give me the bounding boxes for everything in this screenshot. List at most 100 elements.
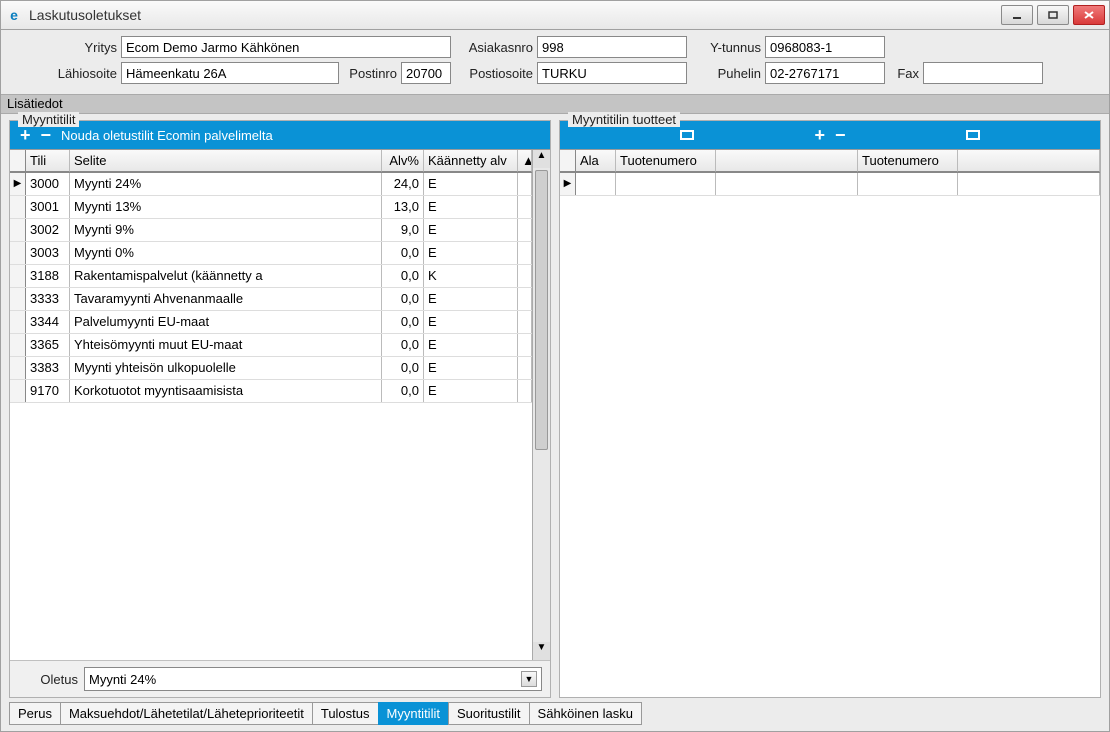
col-blank-2[interactable] <box>958 150 1100 172</box>
cell-kaannetty[interactable]: E <box>424 196 518 218</box>
tab-myyntitilit[interactable]: Myyntitilit <box>378 702 449 725</box>
input-postinro[interactable] <box>401 62 451 84</box>
cell-alv[interactable]: 0,0 <box>382 265 424 287</box>
table-row[interactable]: 3333Tavaramyynti Ahvenanmaalle0,0E <box>10 288 532 311</box>
cell-selite[interactable]: Palvelumyynti EU-maat <box>70 311 382 333</box>
table-row[interactable]: 3365Yhteisömyynti muut EU-maat0,0E <box>10 334 532 357</box>
input-yritys[interactable] <box>121 36 451 58</box>
minimize-button[interactable] <box>1001 5 1033 25</box>
products-table[interactable]: Ala Tuotenumero Tuotenumero ▶ <box>560 150 1100 697</box>
col-tuotenumero-1[interactable]: Tuotenumero <box>616 150 716 172</box>
cell-alv[interactable]: 9,0 <box>382 219 424 241</box>
fetch-defaults-button[interactable]: Nouda oletustilit Ecomin palvelimelta <box>61 128 273 143</box>
tab-s-hk-inen-lasku[interactable]: Sähköinen lasku <box>529 702 642 725</box>
cell-tili[interactable]: 3188 <box>26 265 70 287</box>
maximize-button[interactable] <box>1037 5 1069 25</box>
col-alv[interactable]: Alv% <box>382 150 424 172</box>
header-form: Yritys Asiakasnro Y-tunnus Lähiosoite Po… <box>1 30 1109 94</box>
input-postiosoite[interactable] <box>537 62 687 84</box>
accounts-table[interactable]: Tili Selite Alv% Käännetty alv ▲ ▶3000My… <box>10 150 532 660</box>
app-icon: e <box>5 6 23 24</box>
table-row[interactable]: ▶ <box>560 173 1100 196</box>
cell-kaannetty[interactable]: E <box>424 288 518 310</box>
cell-kaannetty[interactable]: E <box>424 334 518 356</box>
tab-tulostus[interactable]: Tulostus <box>312 702 379 725</box>
window-icon[interactable] <box>680 130 694 140</box>
input-fax[interactable] <box>923 62 1043 84</box>
scroll-down-icon[interactable]: ▼ <box>533 642 550 660</box>
cell-selite[interactable]: Myynti 9% <box>70 219 382 241</box>
col-blank-1[interactable] <box>716 150 858 172</box>
table-row[interactable]: ▶3000Myynti 24%24,0E <box>10 173 532 196</box>
cell-selite[interactable]: Yhteisömyynti muut EU-maat <box>70 334 382 356</box>
cell-selite[interactable]: Korkotuotot myyntisaamisista <box>70 380 382 402</box>
table-row[interactable]: 3344Palvelumyynti EU-maat0,0E <box>10 311 532 334</box>
cell-tili[interactable]: 9170 <box>26 380 70 402</box>
cell-alv[interactable]: 0,0 <box>382 357 424 379</box>
remove-row-button[interactable]: − <box>41 126 52 144</box>
row-marker-icon: ▶ <box>560 173 576 195</box>
cell-alv[interactable]: 0,0 <box>382 242 424 264</box>
scroll-up-icon[interactable]: ▲ <box>533 150 550 168</box>
cell-selite[interactable]: Myynti 24% <box>70 173 382 195</box>
table-row[interactable]: 3001Myynti 13%13,0E <box>10 196 532 219</box>
col-selite[interactable]: Selite <box>70 150 382 172</box>
tab-maksuehdot-l-hetetilat-l-heteprioriteetit[interactable]: Maksuehdot/Lähetetilat/Läheteprioriteeti… <box>60 702 313 725</box>
cell-kaannetty[interactable]: E <box>424 357 518 379</box>
cell-kaannetty[interactable]: E <box>424 380 518 402</box>
col-ala[interactable]: Ala <box>576 150 616 172</box>
table-row[interactable]: 3383Myynti yhteisön ulkopuolelle0,0E <box>10 357 532 380</box>
cell-kaannetty[interactable]: E <box>424 219 518 241</box>
row-marker-icon <box>10 288 26 310</box>
cell-alv[interactable]: 24,0 <box>382 173 424 195</box>
cell-alv[interactable]: 0,0 <box>382 311 424 333</box>
default-account-combo[interactable]: Myynti 24% ▼ <box>84 667 542 691</box>
cell-tili[interactable]: 3003 <box>26 242 70 264</box>
cell-kaannetty[interactable]: K <box>424 265 518 287</box>
add-row-button[interactable]: + <box>20 126 31 144</box>
table-row[interactable]: 3003Myynti 0%0,0E <box>10 242 532 265</box>
cell-selite[interactable]: Myynti 0% <box>70 242 382 264</box>
cell-tili[interactable]: 3002 <box>26 219 70 241</box>
scrollbar[interactable]: ▲ ▼ <box>532 150 550 660</box>
row-marker-icon: ▶ <box>10 173 26 195</box>
label-ytunnus: Y-tunnus <box>691 40 761 55</box>
cell-tili[interactable]: 3001 <box>26 196 70 218</box>
label-postinro: Postinro <box>343 66 397 81</box>
tab-perus[interactable]: Perus <box>9 702 61 725</box>
cell-tili[interactable]: 3344 <box>26 311 70 333</box>
remove-product-button[interactable]: − <box>835 126 846 144</box>
table-row[interactable]: 3002Myynti 9%9,0E <box>10 219 532 242</box>
add-product-button[interactable]: + <box>815 126 826 144</box>
close-button[interactable] <box>1073 5 1105 25</box>
row-marker-head <box>560 150 576 172</box>
cell-tili[interactable]: 3000 <box>26 173 70 195</box>
table-row[interactable]: 9170Korkotuotot myyntisaamisista0,0E <box>10 380 532 403</box>
input-puhelin[interactable] <box>765 62 885 84</box>
col-kaannetty[interactable]: Käännetty alv <box>424 150 518 172</box>
scroll-thumb[interactable] <box>535 170 548 450</box>
table-row[interactable]: 3188Rakentamispalvelut (käännetty a0,0K <box>10 265 532 288</box>
cell-selite[interactable]: Myynti yhteisön ulkopuolelle <box>70 357 382 379</box>
cell-selite[interactable]: Rakentamispalvelut (käännetty a <box>70 265 382 287</box>
col-tili[interactable]: Tili <box>26 150 70 172</box>
cell-tili[interactable]: 3383 <box>26 357 70 379</box>
cell-alv[interactable]: 0,0 <box>382 334 424 356</box>
cell-selite[interactable]: Tavaramyynti Ahvenanmaalle <box>70 288 382 310</box>
col-tuotenumero-2[interactable]: Tuotenumero <box>858 150 958 172</box>
cell-selite[interactable]: Myynti 13% <box>70 196 382 218</box>
cell-alv[interactable]: 13,0 <box>382 196 424 218</box>
titlebar: e Laskutusoletukset <box>0 0 1110 30</box>
input-ytunnus[interactable] <box>765 36 885 58</box>
window-icon-2[interactable] <box>966 130 980 140</box>
cell-kaannetty[interactable]: E <box>424 173 518 195</box>
cell-tili[interactable]: 3333 <box>26 288 70 310</box>
input-asiakasnro[interactable] <box>537 36 687 58</box>
cell-kaannetty[interactable]: E <box>424 242 518 264</box>
input-lahiosoite[interactable] <box>121 62 339 84</box>
tab-suoritustilit[interactable]: Suoritustilit <box>448 702 530 725</box>
cell-alv[interactable]: 0,0 <box>382 380 424 402</box>
cell-alv[interactable]: 0,0 <box>382 288 424 310</box>
cell-kaannetty[interactable]: E <box>424 311 518 333</box>
cell-tili[interactable]: 3365 <box>26 334 70 356</box>
